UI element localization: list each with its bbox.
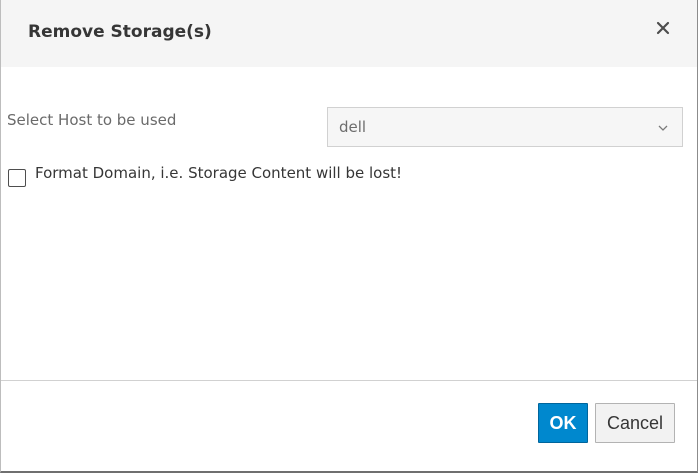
host-select-value: dell: [339, 118, 367, 136]
remove-storage-dialog: Remove Storage(s) Select Host to be used…: [0, 0, 698, 473]
footer-divider: [1, 380, 697, 381]
close-button[interactable]: [653, 18, 673, 38]
dialog-header: Remove Storage(s): [1, 0, 697, 67]
close-icon: [656, 21, 670, 35]
chevron-down-icon: [658, 125, 668, 131]
dialog-title: Remove Storage(s): [28, 22, 212, 42]
cancel-button[interactable]: Cancel: [595, 403, 675, 443]
host-select[interactable]: dell: [327, 107, 683, 147]
host-select-label: Select Host to be used: [7, 111, 177, 129]
format-domain-label[interactable]: Format Domain, i.e. Storage Content will…: [35, 164, 402, 182]
format-domain-checkbox[interactable]: [8, 169, 26, 187]
ok-button[interactable]: OK: [538, 403, 588, 443]
